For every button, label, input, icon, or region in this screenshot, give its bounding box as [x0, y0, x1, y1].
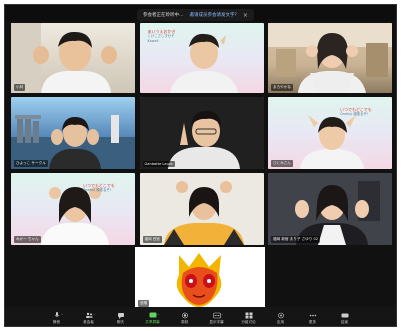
end-meeting-button[interactable]: 结束	[332, 312, 358, 325]
meeting-window: 参会者正在聆听中… 邀请成员参会请发文字? × 小林 あいうえおかき くけこさし…	[4, 4, 397, 327]
notice-text: 参会者正在聆听中…	[143, 13, 184, 18]
video-tile[interactable]: いつでもどこでも Onehuj 頑張るぞ! ひとみさん	[268, 97, 392, 169]
apps-button[interactable]: 应用	[268, 312, 294, 325]
chevron-up-icon[interactable]: ^	[61, 313, 64, 317]
video-tile[interactable]: 福岡 新宿 まり子 さゆり 02	[268, 173, 392, 245]
face-mask-avatar	[135, 247, 265, 309]
toolbar-label: 分组讨论	[241, 320, 256, 324]
video-tile[interactable]: あいうえおかき くけこさしすせそ Kawaii	[139, 23, 264, 93]
participant-name: 福岡 西宮	[142, 236, 163, 243]
bottom-row: 悠陽	[5, 247, 396, 309]
toolbar-label: 结束	[340, 320, 349, 324]
captions-icon: ^	[212, 312, 224, 319]
toolbar-label: 聊天	[116, 320, 125, 324]
participant-video	[268, 23, 392, 93]
more-icon	[309, 312, 317, 319]
caption-line: Kawaii	[147, 38, 159, 43]
participant-name: 福岡 新宿 まり子 さゆり 02	[271, 236, 321, 243]
more-button[interactable]: 更多	[300, 312, 326, 325]
virtual-background-caption: あいうえおかき くけこさしすせそ Kawaii	[148, 29, 194, 43]
toolbar-label: 显示字幕	[209, 320, 224, 324]
participant-video	[11, 23, 135, 93]
notice-banner: 参会者正在聆听中… 邀请成员参会请发文字? ×	[137, 9, 254, 21]
video-tile[interactable]: 福岡 西宮	[139, 173, 264, 245]
close-icon[interactable]: ×	[243, 12, 248, 19]
participant-name: まろやかな	[271, 84, 293, 91]
video-tile[interactable]: 悠陽	[135, 247, 265, 309]
caption-line: Onehuj 頑張るぞ!	[83, 188, 112, 193]
video-tile-active[interactable]: Ganbatte Laura	[139, 97, 264, 169]
participant-name: ひとみさん	[271, 160, 293, 167]
chevron-up-icon[interactable]: ^	[157, 313, 160, 317]
breakout-rooms-button[interactable]: 分组讨论	[236, 312, 262, 325]
apps-icon	[277, 312, 285, 319]
share-screen-button[interactable]: ^ 共享屏幕	[140, 312, 166, 325]
toolbar-label: 应用	[276, 320, 285, 324]
mute-button[interactable]: ^ 静音	[44, 312, 70, 325]
caption-line: Onehuj 頑張るぞ!	[340, 112, 369, 117]
video-grid: 小林 あいうえおかき くけこさしすせそ Kawaii まろやかな ひよっこ サー…	[11, 23, 392, 247]
chevron-up-icon[interactable]: ^	[93, 313, 96, 317]
chevron-up-icon[interactable]: ^	[221, 313, 224, 317]
video-tile[interactable]: いつでもどこでも Onehuj 頑張るぞ! みかー ちゃん	[11, 173, 135, 245]
breakout-icon	[245, 312, 253, 319]
virtual-background-caption: いつでもどこでも Onehuj 頑張るぞ!	[83, 183, 129, 193]
chat-icon	[117, 312, 125, 319]
participant-name: Ganbatte Laura	[142, 161, 175, 167]
participants-button[interactable]: ^ 参会者	[76, 312, 102, 325]
toolbar-label: 参会者	[83, 320, 94, 324]
record-button[interactable]: 录制	[172, 312, 198, 325]
meeting-toolbar: ^ 静音 ^ 参会者 聊天 ^ 共享屏幕 录制 ^ 显示字幕 分组讨论 应用 更…	[5, 307, 396, 326]
mic-icon: ^	[53, 312, 64, 319]
notice-link[interactable]: 邀请成员参会请发文字?	[190, 12, 237, 18]
toolbar-label: 共享屏幕	[145, 320, 160, 324]
participant-name: みかー ちゃん	[14, 236, 41, 243]
participant-video	[139, 97, 264, 169]
toolbar-label: 静音	[52, 320, 61, 324]
record-icon	[181, 312, 189, 319]
captions-button[interactable]: ^ 显示字幕	[204, 312, 230, 325]
video-tile[interactable]: まろやかな	[268, 23, 392, 93]
share-screen-icon: ^	[149, 312, 160, 319]
video-tile[interactable]: 小林	[11, 23, 135, 93]
toolbar-label: 更多	[308, 320, 317, 324]
participant-name: 悠陽	[138, 300, 150, 307]
participant-video	[139, 173, 264, 245]
virtual-background-caption: いつでもどこでも Onehuj 頑張るぞ!	[340, 107, 386, 117]
chat-button[interactable]: 聊天	[108, 312, 134, 325]
participant-name: 小林	[14, 84, 26, 91]
end-icon	[341, 312, 349, 319]
toolbar-label: 录制	[180, 320, 189, 324]
participant-name: ひよっこ サークル	[14, 160, 48, 167]
video-tile[interactable]: ひよっこ サークル	[11, 97, 135, 169]
participant-video	[268, 173, 392, 245]
top-bar: 参会者正在聆听中… 邀请成员参会请发文字? ×	[5, 5, 396, 21]
participants-icon: ^	[85, 312, 96, 319]
participant-video	[11, 115, 135, 169]
